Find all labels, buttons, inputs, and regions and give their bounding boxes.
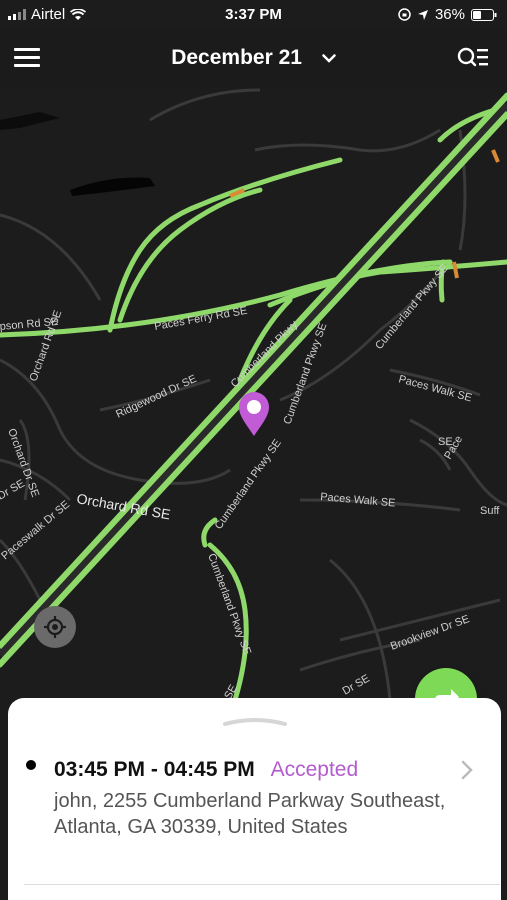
location-arrow-icon [417, 9, 428, 20]
divider [24, 884, 500, 885]
appointment-time: 03:45 PM - 04:45 PM [54, 758, 255, 781]
chevron-down-icon [322, 54, 336, 63]
battery-percent: 36% [434, 6, 465, 23]
map-label: Suff [480, 505, 500, 517]
status-bar: Airtel 3:37 PM 36% [0, 0, 507, 30]
appointment-sheet[interactable]: 03:45 PM - 04:45 PM Accepted john, 2255 … [8, 698, 501, 900]
my-location-button[interactable] [34, 606, 76, 648]
appointment-address: john, 2255 Cumberland Parkway Southeast,… [54, 790, 446, 838]
date-selector[interactable]: December 21 [0, 46, 507, 70]
chevron-right-icon[interactable] [460, 760, 474, 780]
orientation-lock-icon [398, 8, 411, 21]
date-label: December 21 [171, 46, 302, 69]
crosshair-icon [44, 616, 66, 638]
app-header: December 21 [0, 30, 507, 88]
bullet-dot [26, 760, 36, 770]
drag-handle[interactable] [222, 714, 288, 728]
appointment-header: 03:45 PM - 04:45 PM Accepted [54, 758, 358, 782]
battery-icon [471, 8, 497, 21]
appointment-status: Accepted [270, 758, 359, 781]
map-label: SE [438, 436, 453, 448]
search-list-icon[interactable] [457, 46, 489, 70]
